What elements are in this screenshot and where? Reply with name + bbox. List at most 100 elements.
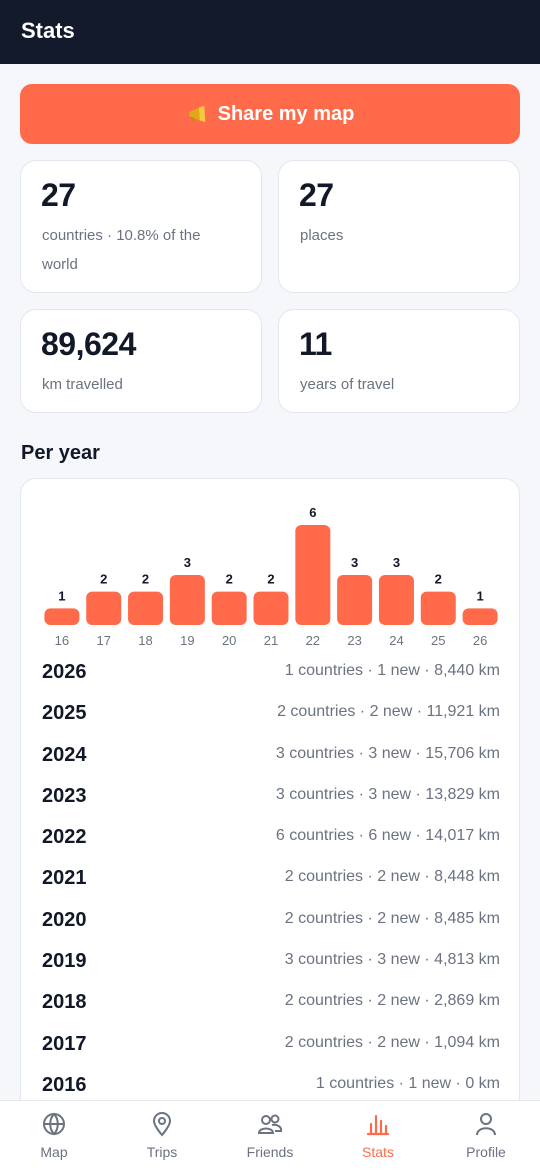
nav-map[interactable]: Map — [0, 1101, 108, 1170]
stat-card-years: 11 years of travel — [278, 309, 520, 413]
page-title: Stats — [21, 18, 75, 43]
nav-trips[interactable]: Trips — [108, 1101, 216, 1170]
year-label: 2017 — [42, 1032, 87, 1055]
year-label: 2023 — [42, 784, 87, 807]
year-summary: 3 countries · 3 new · 13,829 km — [275, 785, 500, 803]
chart-bar — [86, 591, 122, 625]
stat-value: 27 — [41, 177, 76, 213]
stat-value: 27 — [299, 177, 334, 213]
nav-stats[interactable]: Stats — [324, 1101, 432, 1170]
stat-value: 11 — [299, 326, 332, 362]
chart-bar — [253, 591, 289, 625]
chart-tick-label: 19 — [180, 633, 194, 648]
year-label: 2018 — [42, 991, 87, 1014]
year-summary: 2 countries · 2 new · 8,485 km — [284, 909, 500, 927]
nav-label: Map — [40, 1144, 68, 1160]
chart-data-label: 6 — [309, 505, 316, 520]
year-summary: 2 countries · 2 new · 11,921 km — [277, 703, 500, 721]
chart-bar — [169, 575, 205, 625]
year-summary: 2 countries · 2 new · 1,094 km — [284, 1033, 500, 1051]
chart-bar — [462, 608, 498, 625]
year-summary: 3 countries · 3 new · 4,813 km — [284, 951, 500, 969]
year-row: 2021 2 countries · 2 new · 8,448 km — [21, 860, 519, 901]
stat-label: km travelled — [42, 376, 123, 393]
chart-tick-label: 22 — [306, 633, 320, 648]
year-row: 2017 2 countries · 2 new · 1,094 km — [21, 1026, 519, 1067]
share-map-button[interactable]: Share my map — [20, 84, 520, 144]
chart-data-label: 2 — [142, 572, 149, 587]
bar-chart-icon — [366, 1114, 390, 1136]
stats-content[interactable]: Share my map 27 countries · 10.8% of the… — [0, 64, 540, 1100]
year-row: 2022 6 countries · 6 new · 14,017 km — [21, 819, 519, 860]
year-label: 2016 — [42, 1073, 87, 1096]
chart-data-label: 3 — [393, 555, 400, 570]
nav-label: Profile — [466, 1144, 506, 1160]
per-year-card: 1 16 2 17 2 18 3 19 2 20 2 21 6 22 3 23 3 24 2 25 1 26 2026 1 … — [20, 478, 520, 1100]
per-year-title: Per year — [21, 442, 100, 464]
chart-bar — [44, 608, 80, 625]
chart-data-label: 3 — [351, 555, 358, 570]
stat-card-places: 27 places — [278, 160, 520, 293]
year-row: 2026 1 countries · 1 new · 8,440 km — [21, 654, 519, 695]
year-summary: 2 countries · 2 new · 2,869 km — [284, 992, 500, 1010]
year-summary: 6 countries · 6 new · 14,017 km — [275, 827, 500, 845]
nav-friends[interactable]: Friends — [216, 1101, 324, 1170]
stat-card-countries: 27 countries · 10.8% of the world — [20, 160, 262, 293]
chart-tick-label: 25 — [431, 633, 445, 648]
year-label: 2022 — [42, 826, 87, 849]
stat-label: years of travel — [300, 376, 395, 393]
nav-label: Stats — [362, 1144, 394, 1160]
year-row: 2019 3 countries · 3 new · 4,813 km — [21, 943, 519, 984]
chart-tick-label: 24 — [389, 633, 403, 648]
year-row: 2018 2 countries · 2 new · 2,869 km — [21, 984, 519, 1025]
stat-label: countries · 10.8% of the world — [42, 227, 201, 273]
chart-bar — [337, 575, 373, 625]
stat-label: places — [300, 227, 344, 244]
chart-data-label: 2 — [435, 572, 442, 587]
share-map-label: Share my map — [217, 102, 355, 125]
map-pin-icon — [152, 1112, 172, 1137]
chart-tick-label: 21 — [264, 633, 278, 648]
year-summary: 2 countries · 2 new · 8,448 km — [284, 868, 500, 886]
year-row: 2025 2 countries · 2 new · 11,921 km — [21, 695, 519, 736]
year-summary: 3 countries · 3 new · 15,706 km — [275, 744, 500, 762]
chart-data-label: 2 — [226, 572, 233, 587]
chart-tick-label: 23 — [347, 633, 361, 648]
year-label: 2021 — [42, 867, 87, 890]
chart-bar — [128, 591, 164, 625]
nav-profile[interactable]: Profile — [432, 1101, 540, 1170]
chart-tick-label: 17 — [96, 633, 110, 648]
per-year-list: 2026 1 countries · 1 new · 8,440 km 2025 2 … — [21, 654, 519, 1100]
chart-tick-label: 18 — [138, 633, 152, 648]
chart-data-label: 1 — [58, 588, 65, 603]
globe-icon — [43, 1112, 65, 1136]
chart-data-label: 2 — [267, 572, 274, 587]
top-bar: Stats — [0, 0, 540, 64]
chart-data-label: 2 — [100, 572, 107, 587]
year-summary: 1 countries · 1 new · 8,440 km — [284, 662, 500, 679]
megaphone-icon — [188, 105, 205, 123]
nav-label: Trips — [146, 1144, 178, 1160]
year-label: 2025 — [42, 702, 87, 725]
profile-icon — [476, 1113, 496, 1136]
chart-tick-label: 26 — [473, 633, 487, 648]
chart-tick-label: 16 — [55, 633, 69, 648]
year-row: 2016 1 countries · 1 new · 0 km — [21, 1067, 519, 1100]
per-year-bar-chart: 1 16 2 17 2 18 3 19 2 20 2 21 6 22 3 23 3 24 2 25 1 26 — [44, 505, 498, 648]
chart-bar — [378, 575, 414, 625]
chart-bar — [295, 525, 331, 625]
stat-card-distance: 89,624 km travelled — [20, 309, 262, 413]
friends-icon — [257, 1114, 283, 1134]
year-row: 2023 3 countries · 3 new · 13,829 km — [21, 778, 519, 819]
year-label: 2020 — [42, 908, 87, 931]
year-label: 2019 — [42, 950, 87, 973]
chart-tick-label: 20 — [222, 633, 236, 648]
year-label: 2024 — [42, 743, 87, 766]
year-summary: 1 countries · 1 new · 0 km — [315, 1074, 500, 1092]
chart-bar — [211, 591, 247, 625]
nav-label: Friends — [246, 1144, 294, 1160]
chart-data-label: 1 — [476, 588, 483, 603]
stat-value: 89,624 — [41, 326, 136, 362]
year-row: 2024 3 countries · 3 new · 15,706 km — [21, 737, 519, 778]
bottom-nav: Map Trips Friends Stats Profile — [0, 1100, 540, 1170]
